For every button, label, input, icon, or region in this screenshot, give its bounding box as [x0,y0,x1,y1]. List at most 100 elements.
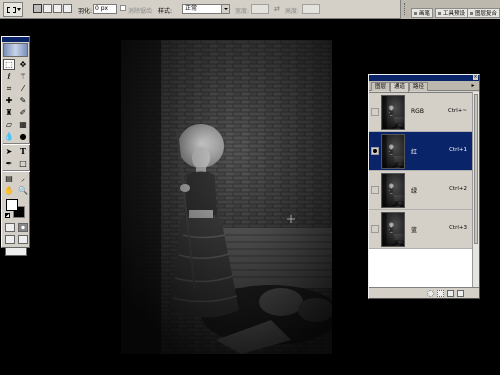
tool-preset-picker[interactable] [3,2,23,17]
palette-well: 画笔 工具预设 图层复合 [400,0,500,19]
channel-shortcut: Ctrl+3 [449,225,467,231]
channel-name: RGB [411,108,424,115]
channel-row-green[interactable]: 绿 Ctrl+2 [369,171,479,210]
antialias-checkbox[interactable] [120,5,126,11]
mask-mode-row [3,222,30,233]
magic-wand-icon[interactable]: ⚚ [17,71,29,82]
channel-row-red[interactable]: 红 Ctrl+1 [369,132,479,171]
scrollbar-thumb[interactable] [474,94,478,244]
color-swatches [3,197,30,221]
foreground-color-swatch[interactable] [6,199,18,211]
toolbox-divider [3,170,30,172]
eyedropper-icon[interactable]: ⸝ [17,173,29,184]
height-label: 高度: [285,8,300,15]
palette-menu-icon[interactable]: ▸ [469,82,477,90]
move-icon[interactable]: ✥ [17,59,29,70]
palette-well-grip[interactable] [404,3,408,15]
palette-footer [369,287,479,298]
height-input[interactable] [302,4,320,14]
options-bar: 羽化: 0 px 消除锯齿 样式: 正常 宽度: ⇄ 高度: 画笔 工具预设 图… [0,0,500,19]
pen-icon[interactable]: ✒ [3,158,15,169]
visibility-toggle[interactable] [371,108,379,116]
jump-to-imageready-button[interactable] [5,247,27,256]
new-selection-button[interactable] [33,4,42,13]
trash-icon[interactable] [457,290,464,297]
load-selection-icon[interactable] [427,290,434,297]
shape-icon[interactable]: □ [17,158,29,169]
brush-icon[interactable]: ✎ [17,95,29,106]
chevron-down-icon [17,8,21,11]
subtract-selection-button[interactable] [53,4,62,13]
default-colors-icon[interactable] [5,213,10,218]
channel-row-blue[interactable]: 蓝 Ctrl+3 [369,210,479,249]
tool-grid: ⬚ ✥ ℓ ⚚ ⌗ ⁄ ✚ ✎ ♜ ✐ ▱ ▦ 💧 ● ➤ T ✒ □ ▤ ⸝ … [2,58,30,258]
channel-shortcut: Ctrl+2 [449,186,467,192]
feather-label: 羽化: [78,8,93,15]
path-select-icon[interactable]: ➤ [3,146,15,157]
healing-icon[interactable]: ✚ [3,95,15,106]
dodge-icon[interactable]: ● [17,131,29,142]
eye-icon [373,149,377,153]
tab-paths[interactable]: 路径 [409,82,429,91]
channel-thumbnail-image [382,213,404,246]
slice-icon[interactable]: ⁄ [17,83,29,94]
tab-channels[interactable]: 通道 [390,82,410,92]
tab-layers[interactable]: 图层 [371,82,391,91]
style-label: 样式: [158,8,173,15]
channel-scrollbar[interactable] [472,92,479,287]
channel-list: RGB Ctrl+~ 红 Ctrl+1 绿 Ctrl+2 蓝 Ctrl+3 [369,92,479,287]
save-selection-icon[interactable] [437,290,444,297]
document-canvas[interactable] [121,40,332,354]
channel-row-rgb[interactable]: RGB Ctrl+~ [369,93,479,132]
style-select[interactable]: 正常 [182,4,230,14]
channel-thumbnail [381,173,405,208]
palette-tab-tool-presets[interactable]: 工具预设 [435,8,469,18]
stamp-icon[interactable]: ♜ [3,107,15,118]
marquee-icon[interactable]: ⬚ [3,59,15,70]
channel-name: 红 [411,149,418,156]
channel-thumbnail [381,134,405,169]
blur-icon[interactable]: 💧 [3,131,15,142]
swap-icon[interactable]: ⇄ [274,5,282,13]
lasso-icon[interactable]: ℓ [3,71,15,82]
gradient-icon[interactable]: ▦ [17,119,29,130]
width-label: 宽度: [235,8,250,15]
crop-icon[interactable]: ⌗ [3,83,15,94]
rect-marquee-icon [7,7,16,13]
channel-thumbnail-image [382,174,404,207]
quick-mask-button[interactable] [18,223,28,232]
visibility-toggle[interactable] [371,225,379,233]
hand-icon[interactable]: ✋ [3,185,15,196]
channel-name: 绿 [411,188,418,195]
standard-mode-button[interactable] [5,223,15,232]
visibility-toggle[interactable] [371,186,379,194]
palette-tab-layer-comps[interactable]: 图层复合 [467,8,500,18]
channel-thumbnail-image [382,135,404,168]
toolbox-titlebar[interactable] [2,37,29,42]
new-channel-icon[interactable] [447,290,454,297]
history-brush-icon[interactable]: ✐ [17,107,29,118]
zoom-icon[interactable]: 🔍 [17,185,29,196]
screen-mode-row [3,234,30,245]
standard-screen-button[interactable] [5,235,15,244]
style-select-value: 正常 [185,5,198,12]
antialias-label: 消除锯齿 [128,8,153,15]
channel-shortcut: Ctrl+1 [449,147,467,153]
imageready-row [3,246,30,257]
notes-icon[interactable]: ▤ [3,173,15,184]
palette-tab-brushes[interactable]: 画笔 [411,8,434,18]
visibility-toggle[interactable] [371,147,379,155]
close-icon[interactable]: × [473,75,478,80]
full-screen-menu-button[interactable] [18,235,28,244]
channel-thumbnail [381,95,405,130]
intersect-selection-button[interactable] [63,4,72,13]
width-input[interactable] [251,4,269,14]
palette-tabs: 图层 通道 路径 ▸ [369,81,479,92]
feather-input[interactable]: 0 px [93,4,117,14]
channel-thumbnail [381,212,405,247]
adobe-logo-icon[interactable] [3,43,28,57]
add-selection-button[interactable] [43,4,52,13]
channel-thumbnail-image [382,96,404,129]
eraser-icon[interactable]: ▱ [3,119,15,130]
type-icon[interactable]: T [17,146,29,157]
